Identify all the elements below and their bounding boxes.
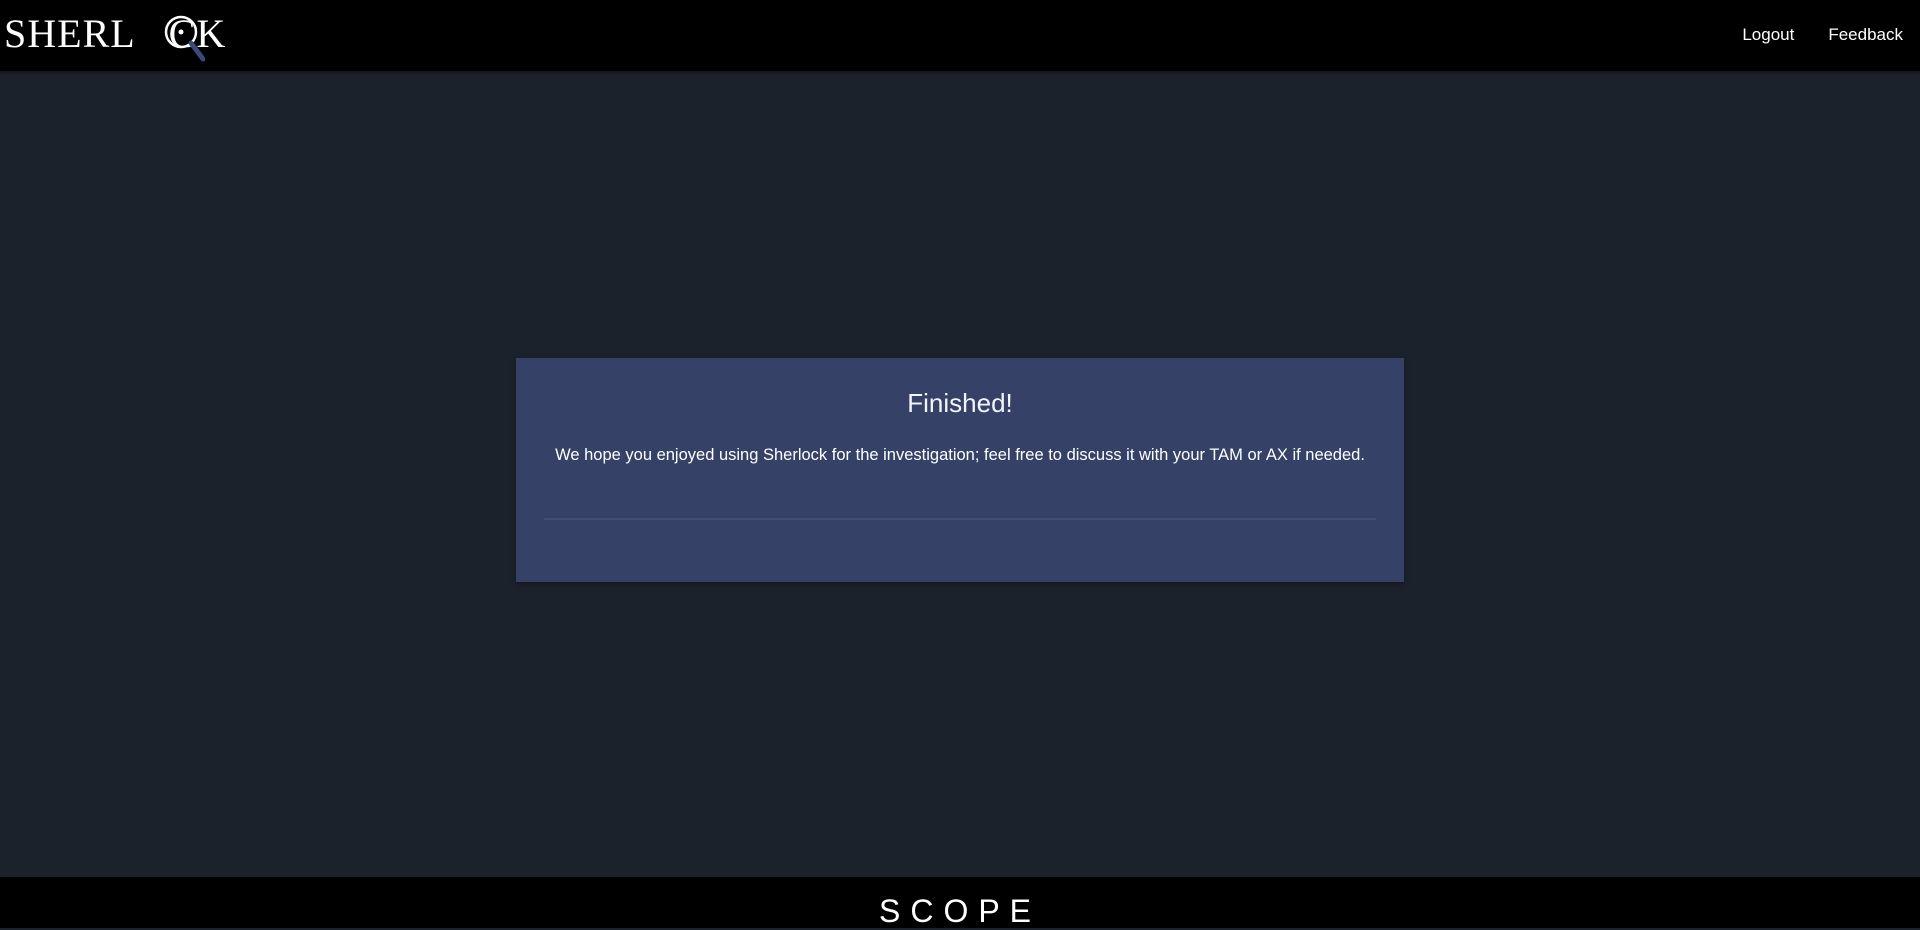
card-message: We hope you enjoyed using Sherlock for t… — [555, 446, 1365, 464]
scope-brand: SCOPE — [878, 893, 1042, 929]
logout-link[interactable]: Logout — [1742, 25, 1794, 45]
card-divider — [544, 518, 1376, 520]
feedback-link[interactable]: Feedback — [1828, 25, 1903, 45]
magnifying-glass-icon — [164, 15, 205, 62]
top-navigation-bar: SHERL CK Logout Feedback — [0, 0, 1920, 71]
sherlock-logo[interactable]: SHERL CK — [4, 6, 274, 64]
footer-bar: SCOPE — [0, 877, 1920, 929]
header-nav: Logout Feedback — [1742, 25, 1903, 45]
finished-card: Finished! We hope you enjoyed using Sher… — [516, 358, 1404, 582]
card-title: Finished! — [907, 388, 1013, 418]
